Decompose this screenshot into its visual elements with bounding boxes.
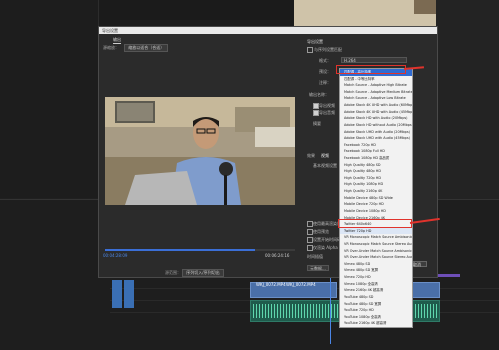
source-range-row: 源范围： 序列切入/序列切出 (165, 269, 224, 277)
preset-option[interactable]: Facebook 1080p HD 高品质 (340, 155, 412, 162)
preset-option[interactable]: Match Source - Adaptive High Bitrate (340, 82, 412, 89)
format-select[interactable]: H.264 (341, 57, 407, 63)
dialog-title: 导出设置 (99, 27, 437, 34)
annotation-highlight-box (336, 65, 406, 74)
source-range-label: 源范围： (165, 270, 181, 275)
track-target[interactable] (112, 280, 122, 308)
preset-option[interactable]: 匹配源 - 中等比特率 (340, 76, 412, 83)
export-preview-frame (105, 97, 295, 205)
match-sequence-label: 与序列设置匹配 (314, 47, 342, 52)
preset-option[interactable]: VR Monoscopic Match Source Stereo Audio (340, 241, 412, 248)
preset-option[interactable]: Mobile Device 1080p HD (340, 208, 412, 215)
source-range-select[interactable]: 序列切入/序列切出 (182, 269, 224, 277)
preset-option[interactable]: Adobe Stock HD with Audio (20Mbps) (340, 115, 412, 122)
preset-option[interactable]: Vimeo 480p SD (340, 261, 412, 268)
preset-label: 预设： (319, 69, 331, 74)
tab-output[interactable]: 输出 (113, 37, 121, 44)
format-label: 格式： (319, 58, 331, 63)
preset-option[interactable]: Match Source - Adaptive Low Bitrate (340, 95, 412, 102)
preset-option[interactable]: Vimeo 1080p 全高清 (340, 281, 412, 288)
preset-option[interactable]: Adobe Stock HD without Audio (20Mbps) (340, 122, 412, 129)
basic-video-label: 基本视频设置 (313, 163, 337, 168)
set-start-tc-label: 设置开始时间码 (313, 237, 341, 242)
preset-option[interactable]: YouTube 480p SD 宽屏 (340, 301, 412, 308)
preset-option[interactable]: Adobe Stock UHD with Audio (45Mbps) (340, 135, 412, 142)
preset-option[interactable]: High Quality 480p HD (340, 168, 412, 175)
preset-option[interactable]: Vimeo 480p SD 宽屏 (340, 267, 412, 274)
preset-option[interactable]: VR Monoscopic Match Source Ambisonics (340, 234, 412, 241)
playhead[interactable] (330, 274, 331, 344)
source-monitor (0, 0, 99, 198)
timecode-out: 00:06:24:16 (265, 253, 290, 258)
preset-option[interactable]: YouTube 2160p 4K 超高清 (340, 320, 412, 327)
preset-option[interactable]: Facebook 1080p Full HD (340, 148, 412, 155)
match-sequence-checkbox[interactable] (307, 47, 313, 53)
preset-option[interactable]: High Quality 1080p HD (340, 181, 412, 188)
preset-option[interactable]: Vimeo 720p HD (340, 274, 412, 281)
output-name-label: 输出名称： (309, 92, 329, 97)
preset-option[interactable]: Twitter 720p HD (340, 227, 412, 235)
tab-effects[interactable]: 效果 (307, 153, 315, 159)
preset-option[interactable]: Adobe Stock 4K UHD with Audio (60Mbps) (340, 102, 412, 109)
preset-option[interactable]: High Quality 2160p 4K (340, 188, 412, 195)
preset-option[interactable]: Adobe Stock UHD with Audio (20Mbps) (340, 129, 412, 136)
preview-image (105, 97, 295, 205)
preset-option[interactable]: Facebook 720p HD (340, 142, 412, 149)
preset-option[interactable]: High Quality 480p SD (340, 162, 412, 169)
preset-option[interactable]: Match Source - Adaptive Medium Bitrate (340, 89, 412, 96)
export-scrubber[interactable] (105, 249, 295, 251)
export-settings-header: 导出设置 (307, 39, 323, 44)
preset-option[interactable]: High Quality 720p HD (340, 175, 412, 182)
preset-option[interactable]: Mobile Device 480p SD Wide (340, 195, 412, 202)
source-scaling-select[interactable]: 缩放以适合（合适） (124, 44, 169, 52)
time-interp-label: 时间插值 (307, 254, 323, 259)
preset-option[interactable]: YouTube 720p HD (340, 307, 412, 314)
preset-option[interactable]: VR Over-Under Match Source Ambisonics (340, 248, 412, 255)
clip-label: WKJ_0072.MP4 (286, 282, 316, 287)
source-scaling-row: 源缩放： 缩放以适合（合适） (103, 44, 169, 52)
timecode-in: 00:04:28:09 (103, 253, 128, 258)
track-target[interactable] (124, 280, 134, 308)
use-previews-label: 使用预览 (313, 229, 329, 234)
preset-option[interactable]: Adobe Stock 4K UHD with Audio (45Mbps) (340, 109, 412, 116)
tab-video[interactable]: 视频 (321, 153, 329, 159)
preset-dropdown-list[interactable]: 匹配源 - 高比特率 匹配源 - 中等比特率 Match Source - Adap… (339, 68, 413, 328)
metadata-button[interactable]: 元数据... (307, 265, 329, 271)
annotation-highlight-box (338, 219, 412, 228)
preset-option[interactable]: Vimeo 2160p 4K 超高清 (340, 287, 412, 294)
preset-option[interactable]: Mobile Device 720p HD (340, 201, 412, 208)
comments-label: 注释： (319, 80, 331, 85)
summary-label: 摘要 (313, 121, 321, 126)
export-audio-label: 导出音频 (319, 110, 335, 115)
preset-option[interactable]: VR Over-Under Match Source Stereo Audio (340, 254, 412, 261)
export-video-label: 导出视频 (319, 103, 335, 108)
clip-label: WKJ_0072.MP4 (256, 282, 286, 287)
preset-option[interactable]: YouTube 1080p 全高清 (340, 314, 412, 321)
source-scaling-label: 源缩放： (103, 45, 119, 50)
preset-option[interactable]: YouTube 480p SD (340, 294, 412, 301)
